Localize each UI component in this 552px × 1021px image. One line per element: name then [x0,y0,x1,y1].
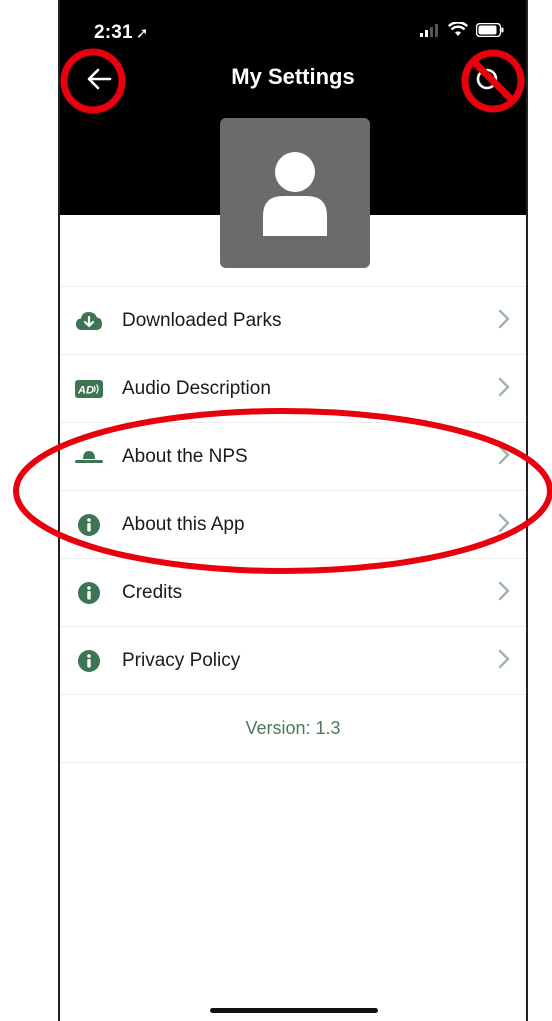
menu-item-label: Credits [122,581,183,603]
menu-item-label: About this App [122,513,245,535]
menu-item-label: Audio Description [122,377,271,399]
menu-item-downloaded-parks[interactable]: Downloaded Parks [60,286,526,354]
menu-item-label: Privacy Policy [122,649,241,671]
menu-item-label: Downloaded Parks [122,309,282,331]
status-time: 2:31 ➚ [94,22,149,43]
menu-item-credits[interactable]: Credits [60,558,526,626]
circle-icon [476,68,498,90]
avatar[interactable] [220,118,370,268]
status-indicators [420,22,504,37]
info-icon [74,578,104,608]
cloud-download-icon [74,306,104,336]
version-label: Version: 1.3 [60,694,526,763]
menu-item-audio-description[interactable]: AD Audio Description [60,354,526,422]
chevron-right-icon [498,581,510,601]
location-icon: ➚ [135,25,149,42]
battery-icon [476,22,504,37]
chevron-right-icon [498,309,510,329]
header-right-button[interactable] [462,54,512,104]
home-indicator[interactable] [210,1008,378,1013]
chevron-right-icon [498,513,510,533]
settings-menu: Downloaded Parks AD Audio Description Ab… [60,286,526,763]
menu-item-label: About the NPS [122,445,248,467]
menu-item-about-nps[interactable]: About the NPS [60,422,526,490]
user-icon [263,152,327,236]
chevron-right-icon [498,377,510,397]
wifi-icon [448,22,468,36]
chevron-right-icon [498,445,510,465]
svg-text:AD: AD [77,384,94,396]
signal-icon [420,23,438,37]
phone-screen: 2:31 ➚ My Settings Downloaded Parks AD A… [58,0,528,1021]
ranger-hat-icon [74,442,104,472]
chevron-right-icon [498,649,510,669]
info-icon [74,510,104,540]
page-title: My Settings [231,64,355,89]
menu-item-about-app[interactable]: About this App [60,490,526,558]
menu-item-privacy-policy[interactable]: Privacy Policy [60,626,526,694]
info-icon [74,646,104,676]
audio-description-icon: AD [74,374,104,404]
